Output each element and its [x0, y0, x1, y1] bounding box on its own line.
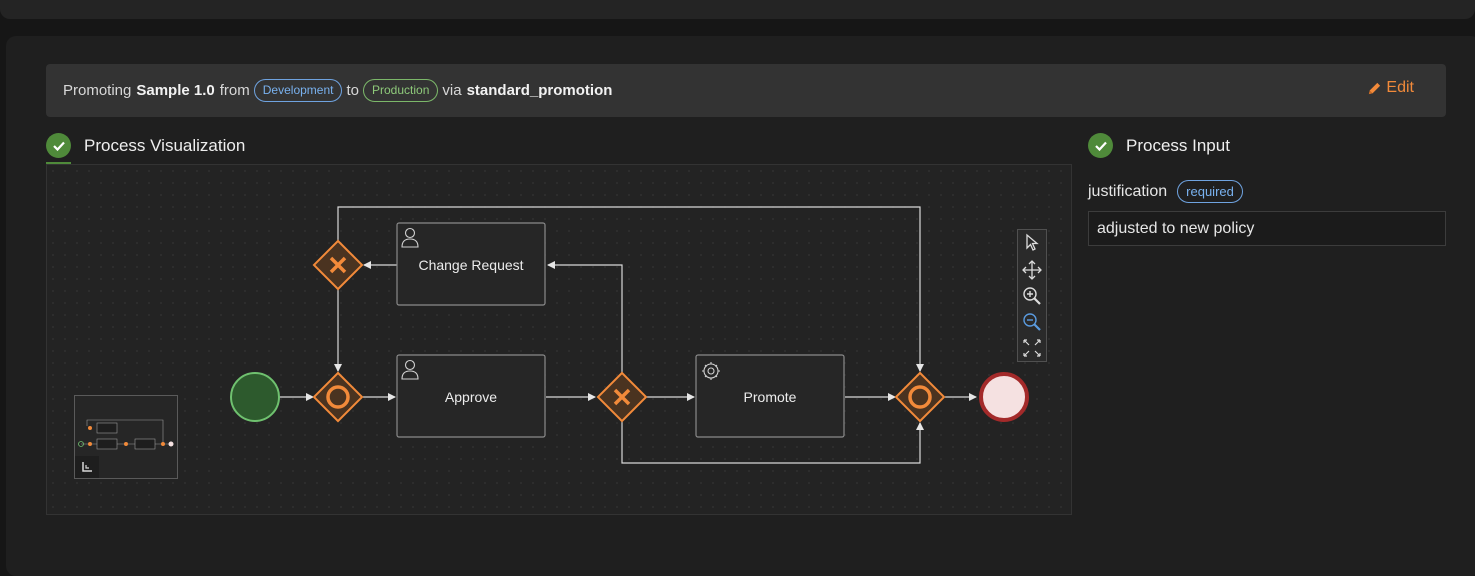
- pan-tool-icon[interactable]: [1021, 259, 1043, 281]
- top-bar: [0, 0, 1475, 19]
- exclusive-gateway-decision[interactable]: [596, 371, 648, 423]
- select-tool-icon[interactable]: [1023, 233, 1041, 253]
- justification-input[interactable]: [1088, 211, 1446, 246]
- task-label: Change Request: [418, 257, 523, 273]
- pencil-icon: [1369, 82, 1381, 94]
- source-env-badge: Development: [253, 79, 343, 102]
- check-icon: [46, 133, 71, 158]
- minimap-corner-icon: [82, 462, 92, 472]
- edit-label: Edit: [1386, 79, 1414, 96]
- zoom-in-icon[interactable]: [1022, 286, 1042, 306]
- target-env-badge: Production: [363, 79, 439, 102]
- task-promote[interactable]: Promote: [695, 354, 845, 438]
- summary-prefix: Promoting: [63, 82, 132, 99]
- check-icon: [1088, 133, 1113, 158]
- summary-via: via: [442, 82, 462, 99]
- process-canvas[interactable]: Change Request Approve Promote: [46, 164, 1072, 515]
- tab-process-visualization[interactable]: Process Visualization: [46, 133, 245, 158]
- inclusive-gateway-merge[interactable]: [312, 371, 364, 423]
- justification-field-label: justification required: [1088, 180, 1247, 203]
- task-approve[interactable]: Approve: [396, 354, 546, 438]
- task-label: Promote: [744, 389, 797, 405]
- edit-button[interactable]: Edit: [1367, 79, 1414, 97]
- field-label-text: justification: [1088, 182, 1168, 200]
- summary-from: from: [219, 82, 250, 99]
- task-change-request[interactable]: Change Request: [396, 222, 546, 306]
- minimap-toggle[interactable]: [75, 456, 99, 478]
- summary-to: to: [346, 82, 359, 99]
- artifact-name: Sample 1.0: [136, 82, 215, 99]
- start-event[interactable]: [230, 372, 280, 422]
- process-diagram: Change Request Approve Promote: [230, 206, 1029, 464]
- diagram-minimap[interactable]: [74, 395, 178, 479]
- exclusive-gateway-change[interactable]: [312, 239, 364, 291]
- visualization-title: Process Visualization: [84, 135, 246, 155]
- end-event[interactable]: [979, 372, 1029, 422]
- tab-process-input[interactable]: Process Input: [1088, 133, 1230, 158]
- workflow-name: standard_promotion: [466, 82, 613, 99]
- zoom-out-icon[interactable]: [1022, 312, 1042, 332]
- input-title: Process Input: [1126, 135, 1230, 155]
- inclusive-gateway-join[interactable]: [894, 371, 946, 423]
- sequence-flows: [279, 206, 977, 464]
- fit-view-icon[interactable]: [1022, 338, 1042, 358]
- promotion-summary-bar: Promoting Sample 1.0 from Development to…: [46, 64, 1446, 117]
- canvas-toolbar: [1017, 229, 1047, 362]
- task-label: Approve: [445, 389, 497, 405]
- required-badge: required: [1177, 180, 1243, 203]
